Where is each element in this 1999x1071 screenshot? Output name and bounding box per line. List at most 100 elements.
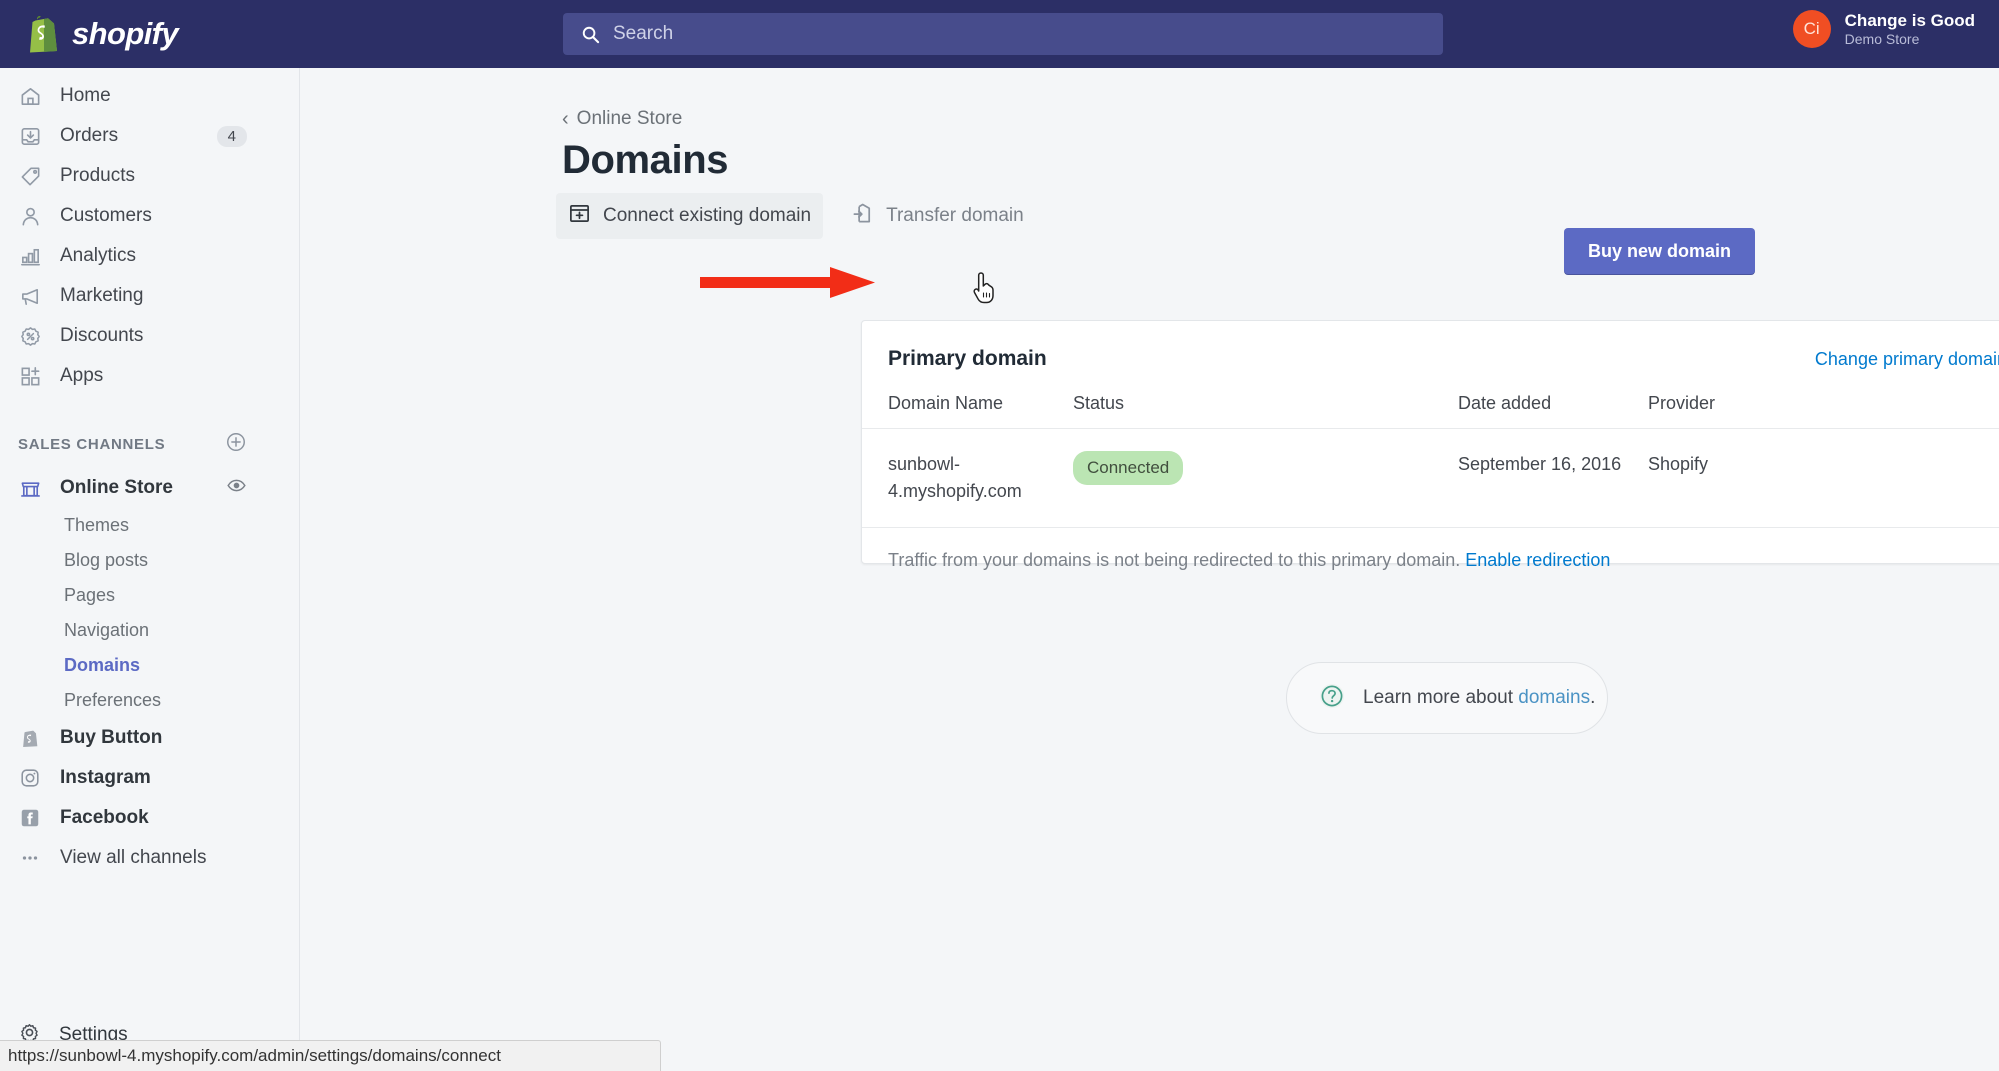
- action-label: Connect existing domain: [603, 205, 811, 227]
- card-header: Primary domain Change primary domain: [862, 321, 1999, 371]
- window-plus-icon: [568, 202, 591, 230]
- sidebar-item-label: Discounts: [60, 325, 143, 347]
- action-row: Connect existing domain Transfer domain: [556, 193, 1036, 239]
- sidebar-item-label: Home: [60, 85, 111, 107]
- sidebar-item-label: Products: [60, 165, 135, 187]
- status-bar-url: https://sunbowl-4.myshopify.com/admin/se…: [0, 1040, 661, 1071]
- column-header-provider: Provider: [1648, 393, 1999, 414]
- plus-circle-icon[interactable]: [225, 431, 247, 458]
- top-bar: shopify Ci Change is Good Demo Store: [0, 0, 1999, 68]
- sidebar-subitem-blog-posts[interactable]: Blog posts: [0, 543, 299, 578]
- sidebar-item-label: Analytics: [60, 245, 136, 267]
- action-label: Transfer domain: [886, 205, 1024, 227]
- sidebar-item-label: Instagram: [60, 767, 151, 789]
- tag-icon: [18, 164, 42, 188]
- redirection-notice: Traffic from your domains is not being r…: [888, 550, 1460, 570]
- account-subtitle: Demo Store: [1845, 31, 1975, 49]
- column-header-status: Status: [1073, 393, 1458, 414]
- red-arrow-right: [700, 263, 890, 303]
- column-header-date-added: Date added: [1458, 393, 1648, 414]
- page-title: Domains: [562, 138, 728, 183]
- sidebar-item-buy-button[interactable]: Buy Button: [0, 718, 299, 758]
- cell-status: Connected: [1073, 451, 1458, 505]
- sidebar-item-label: View all channels: [60, 847, 206, 869]
- discount-percent-icon: [18, 324, 42, 348]
- cell-provider: Shopify: [1648, 451, 1999, 505]
- account-name: Change is Good: [1845, 10, 1975, 31]
- sidebar-item-customers[interactable]: Customers: [0, 196, 299, 236]
- sidebar-item-analytics[interactable]: Analytics: [0, 236, 299, 276]
- sidebar-item-label: Apps: [60, 365, 103, 387]
- sidebar-item-label: Customers: [60, 205, 152, 227]
- instagram-icon: [18, 766, 42, 790]
- breadcrumb[interactable]: ‹ Online Store: [562, 108, 682, 130]
- orders-badge: 4: [217, 126, 247, 147]
- breadcrumb-label: Online Store: [577, 108, 683, 130]
- account-menu[interactable]: Ci Change is Good Demo Store: [1793, 10, 1975, 49]
- sidebar-item-label: Marketing: [60, 285, 143, 307]
- sidebar-item-discounts[interactable]: Discounts: [0, 316, 299, 356]
- avatar: Ci: [1793, 10, 1831, 48]
- card-footer: Traffic from your domains is not being r…: [862, 527, 1999, 593]
- enable-redirection-link[interactable]: Enable redirection: [1465, 550, 1610, 570]
- learn-more-text: Learn more about domains.: [1363, 687, 1595, 709]
- ellipsis-icon: [18, 846, 42, 870]
- card-title: Primary domain: [888, 347, 1047, 371]
- sidebar: Home Orders 4 Products: [0, 68, 300, 1071]
- sidebar-item-apps[interactable]: Apps: [0, 356, 299, 396]
- sidebar-subitem-pages[interactable]: Pages: [0, 578, 299, 613]
- learn-more-prefix: Learn more about: [1363, 687, 1518, 708]
- connect-existing-domain-button[interactable]: Connect existing domain: [556, 193, 823, 239]
- table-header-row: Domain Name Status Date added Provider: [862, 393, 1999, 429]
- sidebar-item-view-all-channels[interactable]: View all channels: [0, 838, 299, 878]
- shopify-wordmark: shopify: [72, 16, 178, 52]
- domains-link[interactable]: domains: [1518, 687, 1590, 708]
- sidebar-item-label: Online Store: [60, 477, 173, 499]
- cell-date-added: September 16, 2016: [1458, 451, 1648, 505]
- search-icon: [581, 25, 600, 44]
- sidebar-item-label: Buy Button: [60, 727, 162, 749]
- sidebar-item-facebook[interactable]: Facebook: [0, 798, 299, 838]
- chevron-left-icon: ‹: [562, 109, 569, 129]
- storefront-icon: [18, 476, 42, 500]
- shopify-logo[interactable]: shopify: [0, 0, 300, 68]
- shopify-bag-small-icon: [18, 726, 42, 750]
- person-icon: [18, 204, 42, 228]
- sidebar-item-instagram[interactable]: Instagram: [0, 758, 299, 798]
- apps-grid-plus-icon: [18, 364, 42, 388]
- buy-new-domain-button[interactable]: Buy new domain: [1564, 228, 1755, 275]
- sidebar-item-label: Orders: [60, 125, 118, 147]
- column-header-domain-name: Domain Name: [888, 393, 1073, 414]
- sidebar-item-label: Facebook: [60, 807, 149, 829]
- main-content: ‹ Online Store Domains Connect existing …: [300, 68, 1999, 1071]
- shopify-bag-icon: [26, 15, 60, 53]
- sidebar-item-online-store[interactable]: Online Store: [0, 468, 299, 508]
- sidebar-subitem-domains[interactable]: Domains: [0, 648, 299, 683]
- search-input[interactable]: [613, 23, 1373, 45]
- sidebar-subitem-navigation[interactable]: Navigation: [0, 613, 299, 648]
- domains-table: Domain Name Status Date added Provider s…: [862, 393, 1999, 527]
- table-row[interactable]: sunbowl-4.myshopify.com Connected Septem…: [862, 429, 1999, 527]
- sidebar-item-marketing[interactable]: Marketing: [0, 276, 299, 316]
- search-bar[interactable]: [563, 13, 1443, 55]
- eye-icon[interactable]: [226, 475, 247, 501]
- sales-channels-label: SALES CHANNELS: [18, 436, 165, 453]
- sidebar-item-orders[interactable]: Orders 4: [0, 116, 299, 156]
- change-primary-domain-link[interactable]: Change primary domain: [1815, 349, 1999, 370]
- sidebar-subitem-preferences[interactable]: Preferences: [0, 683, 299, 718]
- sidebar-item-home[interactable]: Home: [0, 76, 299, 116]
- transfer-in-icon: [851, 202, 874, 230]
- cell-domain-name: sunbowl-4.myshopify.com: [888, 451, 1073, 505]
- pointing-hand-cursor: [972, 271, 998, 305]
- sidebar-item-products[interactable]: Products: [0, 156, 299, 196]
- learn-more-bubble[interactable]: Learn more about domains.: [1286, 662, 1608, 734]
- transfer-domain-button[interactable]: Transfer domain: [839, 193, 1036, 239]
- sales-channels-header: SALES CHANNELS: [0, 420, 299, 468]
- orders-inbox-icon: [18, 124, 42, 148]
- status-badge: Connected: [1073, 451, 1183, 485]
- sidebar-subitem-themes[interactable]: Themes: [0, 508, 299, 543]
- learn-more-suffix: .: [1590, 687, 1595, 708]
- bar-chart-icon: [18, 244, 42, 268]
- megaphone-icon: [18, 284, 42, 308]
- facebook-icon: [18, 806, 42, 830]
